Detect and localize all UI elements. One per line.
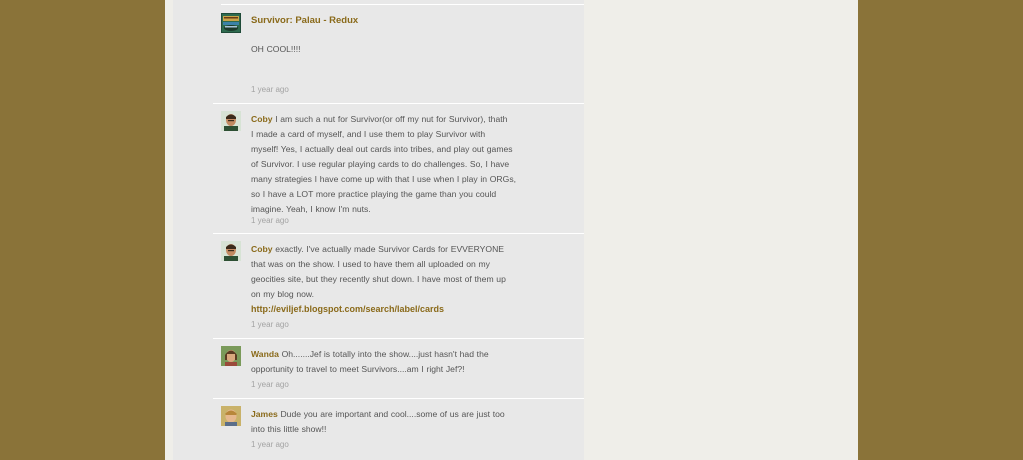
- comment-text: OH COOL!!!!: [251, 44, 301, 54]
- blog-link[interactable]: http://eviljef.blogspot.com/search/label…: [251, 302, 541, 317]
- comment-text-line: Oh.......Jef is totally into the show...…: [281, 349, 489, 359]
- comment-body: Wanda Oh.......Jef is totally into the s…: [251, 347, 541, 377]
- comment-timestamp: 1 year ago: [251, 440, 289, 449]
- comment-author[interactable]: James: [251, 409, 278, 419]
- comment-text-line: myself! Yes, I actually deal out cards i…: [251, 144, 513, 154]
- user-avatar-james-icon[interactable]: [221, 406, 241, 426]
- comment-text-line: on my blog now.: [251, 289, 315, 299]
- comment-text-line: I am such a nut for Survivor(or off my n…: [275, 114, 508, 124]
- comment-text-line: many strategies I have come up with that…: [251, 174, 516, 184]
- comment-timestamp: 1 year ago: [251, 216, 289, 225]
- page-content: Survivor: Palau - Redux OH COOL!!!! 1 ye…: [165, 0, 858, 460]
- comment-body: Coby exactly. I've actually made Survivo…: [251, 242, 541, 317]
- comment-author[interactable]: Wanda: [251, 349, 279, 359]
- post-title[interactable]: Survivor: Palau - Redux: [251, 15, 541, 26]
- comment-body: James Dude you are important and cool...…: [251, 407, 541, 437]
- comment-author[interactable]: Coby: [251, 114, 272, 124]
- comment-item: James Dude you are important and cool...…: [213, 399, 584, 460]
- comment-text-line: into this little show!!: [251, 424, 327, 434]
- user-avatar-coby-icon[interactable]: [221, 241, 241, 261]
- comment-text-line: opportunity to travel to meet Survivors.…: [251, 364, 465, 374]
- comment-text-line: Dude you are important and cool....some …: [280, 409, 505, 419]
- comment-text-line: so I have a LOT more practice playing th…: [251, 189, 497, 199]
- comment-item: Survivor: Palau - Redux OH COOL!!!! 1 ye…: [213, 5, 584, 104]
- comment-text-line: imagine. Yeah, I know I'm nuts.: [251, 204, 371, 214]
- user-avatar-coby-icon[interactable]: [221, 111, 241, 131]
- comment-text-line: of Survivor. I use regular playing cards…: [251, 159, 510, 169]
- comment-author[interactable]: Coby: [251, 244, 272, 254]
- comment-text-line: that was on the show. I used to have the…: [251, 259, 490, 269]
- comment-text-line: I made a card of myself, and I use them …: [251, 129, 486, 139]
- comment-text-line: exactly. I've actually made Survivor Car…: [275, 244, 505, 254]
- comment-item: Wanda Oh.......Jef is totally into the s…: [213, 339, 584, 399]
- comment-timestamp: 1 year ago: [251, 320, 289, 329]
- comment-item: Coby I am such a nut for Survivor(or off…: [213, 104, 584, 234]
- comment-timestamp: 1 year ago: [251, 380, 289, 389]
- comment-item: Coby exactly. I've actually made Survivo…: [213, 234, 584, 339]
- comment-stream: Survivor: Palau - Redux OH COOL!!!! 1 ye…: [173, 0, 584, 460]
- user-avatar-wanda-icon[interactable]: [221, 346, 241, 366]
- comment-text-line: geocities site, but they recently shut d…: [251, 274, 506, 284]
- comment-timestamp: 1 year ago: [251, 85, 289, 94]
- comment-body: Coby I am such a nut for Survivor(or off…: [251, 112, 541, 217]
- survivor-palau-logo-icon[interactable]: [221, 13, 241, 33]
